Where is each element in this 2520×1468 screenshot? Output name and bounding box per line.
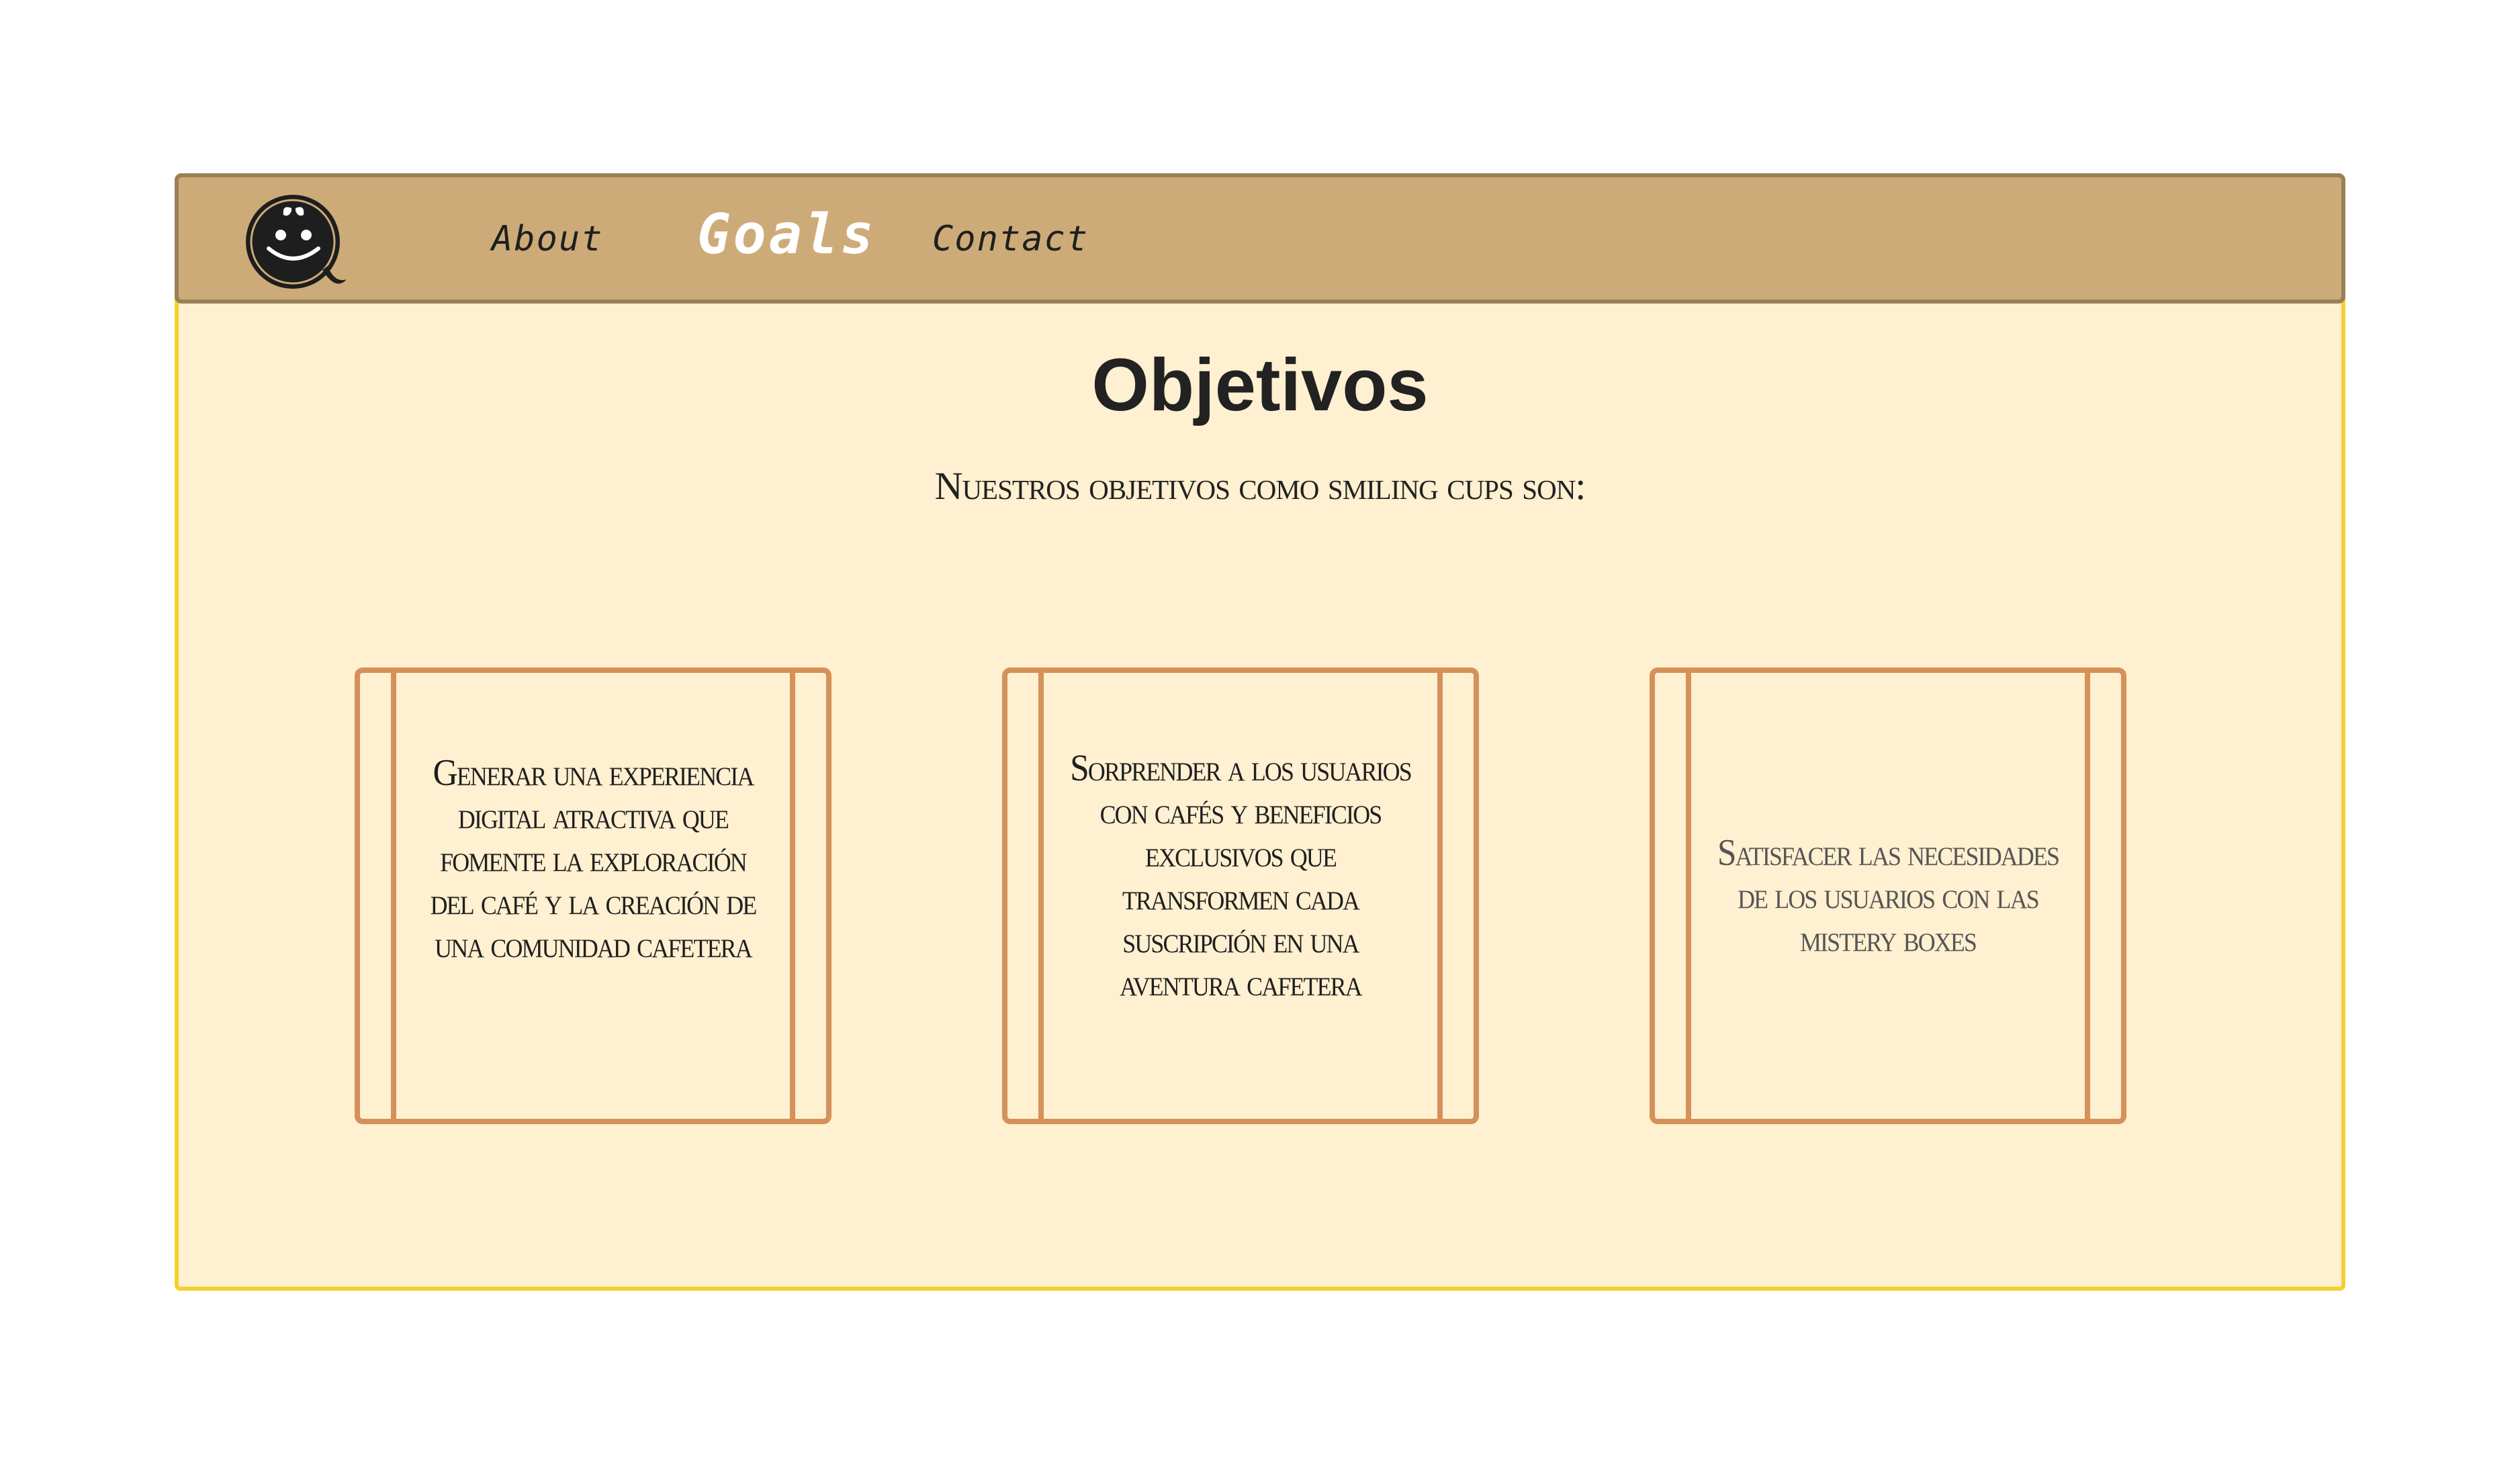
page-subtitle: Nuestros objetivos como smiling cups son… (934, 464, 1586, 508)
smiling-cup-logo-icon[interactable] (242, 191, 349, 295)
nav-link-about[interactable]: About (492, 219, 604, 259)
nav-link-contact[interactable]: Contact (932, 219, 1089, 259)
goal-card-1: Generar una experiencia digital atractiv… (355, 668, 831, 1124)
goal-card-2: Sorprender a los usuarios con cafés y be… (1002, 668, 1479, 1124)
navbar: About Goals Contact (175, 173, 2345, 304)
goal-card-3: Satisfacer las necesidades de los usuari… (1650, 668, 2126, 1124)
goal-card-text: Generar una experiencia digital atractiv… (430, 752, 758, 966)
page-title: Objetivos (1091, 344, 1429, 426)
nav-link-goals[interactable]: Goals (697, 203, 876, 267)
goal-card-text: Sorprender a los usuarios con cafés y be… (1070, 747, 1412, 1004)
goal-card-text: Satisfacer las necesidades de los usuari… (1717, 832, 2060, 960)
